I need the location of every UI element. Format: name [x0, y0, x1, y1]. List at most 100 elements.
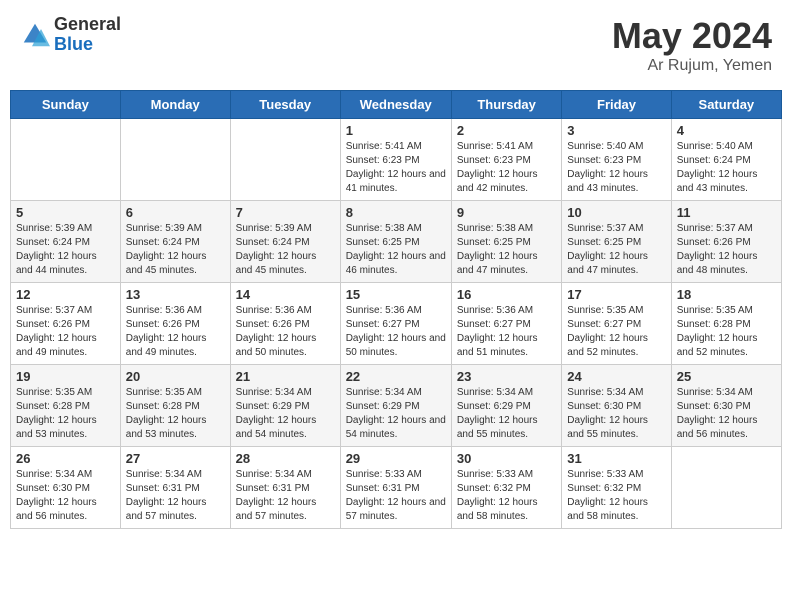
day-info: Sunrise: 5:37 AM Sunset: 6:26 PM Dayligh… [16, 304, 115, 360]
calendar-cell [671, 447, 781, 529]
calendar-cell: 7 Sunrise: 5:39 AM Sunset: 6:24 PM Daylig… [230, 201, 340, 283]
day-number: 21 [236, 369, 335, 384]
day-info: Sunrise: 5:41 AM Sunset: 6:23 PM Dayligh… [346, 140, 446, 196]
day-number: 10 [567, 205, 665, 220]
calendar-cell [11, 119, 121, 201]
calendar-cell: 24 Sunrise: 5:34 AM Sunset: 6:30 PM Dayli… [562, 365, 671, 447]
calendar-week-row: 12 Sunrise: 5:37 AM Sunset: 6:26 PM Dayli… [11, 283, 782, 365]
calendar-cell [120, 119, 230, 201]
calendar-cell: 2Sunrise: 5:41 AM Sunset: 6:23 PM Daylig… [451, 119, 561, 201]
day-number: 14 [236, 287, 335, 302]
day-of-week-header: Tuesday [230, 91, 340, 119]
day-info: Sunrise: 5:34 AM Sunset: 6:30 PM Dayligh… [567, 386, 665, 442]
day-info: Sunrise: 5:36 AM Sunset: 6:26 PM Dayligh… [126, 304, 225, 360]
day-number: 7 [236, 205, 335, 220]
day-number: 9 [457, 205, 556, 220]
day-info: Sunrise: 5:39 AM Sunset: 6:24 PM Dayligh… [236, 222, 335, 278]
day-number: 6 [126, 205, 225, 220]
day-info: Sunrise: 5:37 AM Sunset: 6:26 PM Dayligh… [677, 222, 776, 278]
day-number: 11 [677, 205, 776, 220]
day-number: 26 [16, 451, 115, 466]
calendar-cell: 8 Sunrise: 5:38 AM Sunset: 6:25 PM Daylig… [340, 201, 451, 283]
day-number: 17 [567, 287, 665, 302]
calendar-cell: 9 Sunrise: 5:38 AM Sunset: 6:25 PM Daylig… [451, 201, 561, 283]
day-number: 12 [16, 287, 115, 302]
day-info: Sunrise: 5:38 AM Sunset: 6:25 PM Dayligh… [457, 222, 556, 278]
title-area: May 2024 Ar Rujum, Yemen [612, 15, 772, 75]
calendar-cell: 3Sunrise: 5:40 AM Sunset: 6:23 PM Daylig… [562, 119, 671, 201]
day-of-week-header: Monday [120, 91, 230, 119]
calendar-cell: 27 Sunrise: 5:34 AM Sunset: 6:31 PM Dayli… [120, 447, 230, 529]
location-text: Ar Rujum, Yemen [612, 57, 772, 75]
calendar-cell: 11 Sunrise: 5:37 AM Sunset: 6:26 PM Dayli… [671, 201, 781, 283]
calendar-cell: 12 Sunrise: 5:37 AM Sunset: 6:26 PM Dayli… [11, 283, 121, 365]
calendar-week-row: 5 Sunrise: 5:39 AM Sunset: 6:24 PM Daylig… [11, 201, 782, 283]
calendar-cell: 26Sunrise: 5:34 AM Sunset: 6:30 PM Dayli… [11, 447, 121, 529]
day-info: Sunrise: 5:41 AM Sunset: 6:23 PM Dayligh… [457, 140, 556, 196]
day-number: 29 [346, 451, 446, 466]
calendar-cell [230, 119, 340, 201]
logo-icon [20, 20, 50, 50]
calendar-cell: 5 Sunrise: 5:39 AM Sunset: 6:24 PM Daylig… [11, 201, 121, 283]
calendar-cell: 14 Sunrise: 5:36 AM Sunset: 6:26 PM Dayli… [230, 283, 340, 365]
day-info: Sunrise: 5:36 AM Sunset: 6:27 PM Dayligh… [457, 304, 556, 360]
day-number: 23 [457, 369, 556, 384]
calendar-cell: 21 Sunrise: 5:34 AM Sunset: 6:29 PM Dayli… [230, 365, 340, 447]
day-of-week-header: Sunday [11, 91, 121, 119]
month-title: May 2024 [612, 15, 772, 57]
calendar-week-row: 19 Sunrise: 5:35 AM Sunset: 6:28 PM Dayli… [11, 365, 782, 447]
day-number: 1 [346, 123, 446, 138]
calendar-week-row: 26Sunrise: 5:34 AM Sunset: 6:30 PM Dayli… [11, 447, 782, 529]
calendar-cell: 19Sunrise: 5:35 AM Sunset: 6:28 PM Dayli… [11, 365, 121, 447]
calendar-cell: 23Sunrise: 5:34 AM Sunset: 6:29 PM Dayli… [451, 365, 561, 447]
calendar-cell: 4Sunrise: 5:40 AM Sunset: 6:24 PM Daylig… [671, 119, 781, 201]
day-number: 8 [346, 205, 446, 220]
day-info: Sunrise: 5:34 AM Sunset: 6:29 PM Dayligh… [236, 386, 335, 442]
day-info: Sunrise: 5:35 AM Sunset: 6:28 PM Dayligh… [126, 386, 225, 442]
day-info: Sunrise: 5:39 AM Sunset: 6:24 PM Dayligh… [126, 222, 225, 278]
day-number: 22 [346, 369, 446, 384]
day-number: 31 [567, 451, 665, 466]
calendar-cell: 15Sunrise: 5:36 AM Sunset: 6:27 PM Dayli… [340, 283, 451, 365]
calendar-cell: 28Sunrise: 5:34 AM Sunset: 6:31 PM Dayli… [230, 447, 340, 529]
page-header: General Blue May 2024 Ar Rujum, Yemen [10, 10, 782, 80]
day-number: 13 [126, 287, 225, 302]
logo-blue-text: Blue [54, 35, 121, 55]
day-number: 5 [16, 205, 115, 220]
day-number: 24 [567, 369, 665, 384]
logo: General Blue [20, 15, 121, 55]
day-info: Sunrise: 5:34 AM Sunset: 6:31 PM Dayligh… [126, 468, 225, 524]
calendar-header-row: SundayMondayTuesdayWednesdayThursdayFrid… [11, 91, 782, 119]
day-number: 19 [16, 369, 115, 384]
calendar-cell: 22 Sunrise: 5:34 AM Sunset: 6:29 PM Dayli… [340, 365, 451, 447]
calendar-cell: 29Sunrise: 5:33 AM Sunset: 6:31 PM Dayli… [340, 447, 451, 529]
day-of-week-header: Thursday [451, 91, 561, 119]
calendar-cell: 1 Sunrise: 5:41 AM Sunset: 6:23 PM Daylig… [340, 119, 451, 201]
day-info: Sunrise: 5:34 AM Sunset: 6:29 PM Dayligh… [346, 386, 446, 442]
day-info: Sunrise: 5:34 AM Sunset: 6:30 PM Dayligh… [677, 386, 776, 442]
calendar-table: SundayMondayTuesdayWednesdayThursdayFrid… [10, 90, 782, 529]
calendar-cell: 6 Sunrise: 5:39 AM Sunset: 6:24 PM Daylig… [120, 201, 230, 283]
day-number: 25 [677, 369, 776, 384]
day-number: 28 [236, 451, 335, 466]
day-info: Sunrise: 5:39 AM Sunset: 6:24 PM Dayligh… [16, 222, 115, 278]
day-info: Sunrise: 5:33 AM Sunset: 6:32 PM Dayligh… [567, 468, 665, 524]
day-number: 20 [126, 369, 225, 384]
day-info: Sunrise: 5:38 AM Sunset: 6:25 PM Dayligh… [346, 222, 446, 278]
calendar-cell: 30 Sunrise: 5:33 AM Sunset: 6:32 PM Dayli… [451, 447, 561, 529]
day-info: Sunrise: 5:36 AM Sunset: 6:26 PM Dayligh… [236, 304, 335, 360]
calendar-cell: 25 Sunrise: 5:34 AM Sunset: 6:30 PM Dayli… [671, 365, 781, 447]
calendar-cell: 18Sunrise: 5:35 AM Sunset: 6:28 PM Dayli… [671, 283, 781, 365]
day-number: 27 [126, 451, 225, 466]
day-of-week-header: Saturday [671, 91, 781, 119]
day-info: Sunrise: 5:40 AM Sunset: 6:23 PM Dayligh… [567, 140, 665, 196]
day-number: 4 [677, 123, 776, 138]
calendar-cell: 13 Sunrise: 5:36 AM Sunset: 6:26 PM Dayli… [120, 283, 230, 365]
day-of-week-header: Wednesday [340, 91, 451, 119]
logo-text: General Blue [54, 15, 121, 55]
day-info: Sunrise: 5:33 AM Sunset: 6:32 PM Dayligh… [457, 468, 556, 524]
logo-general-text: General [54, 15, 121, 35]
day-info: Sunrise: 5:35 AM Sunset: 6:27 PM Dayligh… [567, 304, 665, 360]
day-of-week-header: Friday [562, 91, 671, 119]
day-number: 30 [457, 451, 556, 466]
